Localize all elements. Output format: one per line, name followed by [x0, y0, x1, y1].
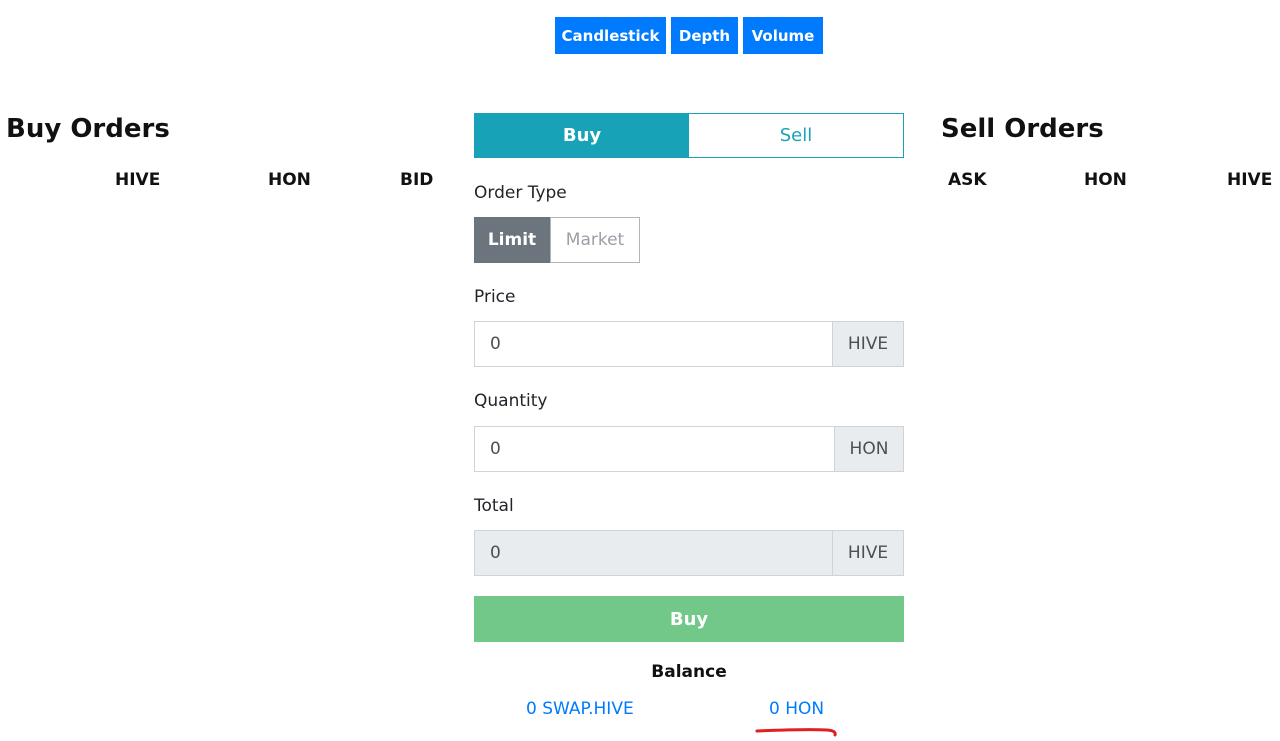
buy-orders-header-bid: BID	[400, 170, 434, 190]
buy-orders-title: Buy Orders	[6, 114, 170, 144]
buy-sell-toggle: Buy Sell	[474, 113, 904, 158]
red-underline-annotation	[755, 728, 837, 737]
buy-tab[interactable]: Buy	[475, 114, 689, 157]
sell-orders-header-hive: HIVE	[1227, 170, 1273, 190]
hon-balance-link[interactable]: 0 HON	[769, 699, 824, 719]
total-input: 0	[474, 530, 832, 576]
chart-type-tabs: Candlestick Depth Volume	[555, 17, 823, 54]
quantity-label: Quantity	[474, 391, 548, 411]
sell-orders-header-ask: ASK	[948, 170, 987, 190]
candlestick-button[interactable]: Candlestick	[555, 17, 666, 54]
depth-button[interactable]: Depth	[671, 17, 738, 54]
price-unit: HIVE	[832, 321, 904, 367]
limit-button[interactable]: Limit	[474, 217, 550, 263]
buy-orders-header-hive: HIVE	[115, 170, 161, 190]
buy-submit-button[interactable]: Buy	[474, 596, 904, 642]
quantity-input[interactable]: 0	[474, 426, 834, 472]
balance-title: Balance	[651, 662, 727, 682]
price-input[interactable]: 0	[474, 321, 832, 367]
volume-button[interactable]: Volume	[743, 17, 823, 54]
sell-orders-title: Sell Orders	[941, 114, 1104, 144]
sell-tab[interactable]: Sell	[689, 114, 903, 157]
price-label: Price	[474, 287, 516, 307]
market-button[interactable]: Market	[550, 217, 640, 263]
order-type-group: Limit Market	[474, 217, 640, 263]
sell-orders-header-hon: HON	[1084, 170, 1127, 190]
price-input-group: 0 HIVE	[474, 321, 904, 367]
quantity-input-group: 0 HON	[474, 426, 904, 472]
quantity-unit: HON	[834, 426, 904, 472]
total-unit: HIVE	[832, 530, 904, 576]
swap-hive-balance-link[interactable]: 0 SWAP.HIVE	[526, 699, 634, 719]
buy-orders-header-hon: HON	[268, 170, 311, 190]
order-type-label: Order Type	[474, 183, 567, 203]
total-label: Total	[474, 496, 514, 516]
total-input-group: 0 HIVE	[474, 530, 904, 576]
